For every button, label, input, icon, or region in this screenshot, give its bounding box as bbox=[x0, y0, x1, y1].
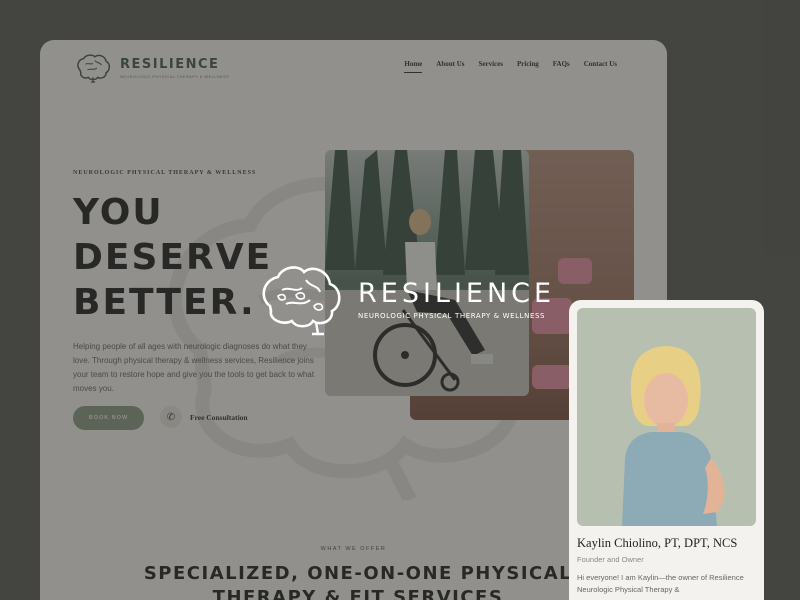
profile-card: Kaylin Chiolino, PT, DPT, NCS Founder an… bbox=[569, 300, 764, 600]
profile-bio: Hi everyone! I am Kaylin—the owner of Re… bbox=[577, 573, 744, 594]
profile-role: Founder and Owner bbox=[577, 555, 644, 564]
profile-portrait-illustration bbox=[622, 346, 725, 526]
overlay-logo: RESILIENCE NEUROLOGIC PHYSICAL THERAPY &… bbox=[256, 262, 555, 336]
overlay-brand-tagline: NEUROLOGIC PHYSICAL THERAPY & WELLNESS bbox=[358, 311, 546, 320]
profile-name: Kaylin Chiolino, PT, DPT, NCS bbox=[577, 536, 738, 550]
profile-photo bbox=[577, 308, 756, 526]
brain-leaves-logo-icon bbox=[262, 266, 341, 336]
overlay-brand-name: RESILIENCE bbox=[358, 277, 556, 309]
